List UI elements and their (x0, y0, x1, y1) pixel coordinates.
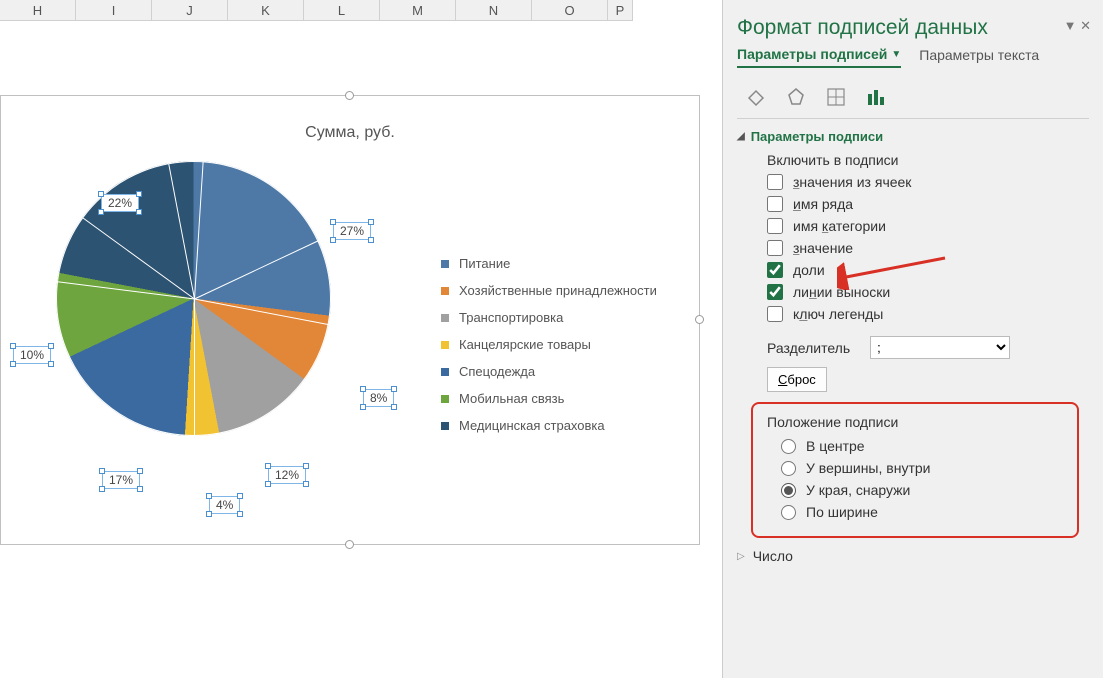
legend-item[interactable]: Питание (441, 256, 657, 271)
col-j[interactable]: J (152, 0, 228, 20)
legend-item[interactable]: Медицинская страховка (441, 418, 657, 433)
legend-item[interactable]: Транспортировка (441, 310, 657, 325)
legend-bullet-icon (441, 287, 449, 295)
legend-bullet-icon (441, 422, 449, 430)
chart-title[interactable]: Сумма, руб. (1, 124, 699, 142)
tab-label-options[interactable]: Параметры подписей ▼ (737, 46, 901, 68)
legend-item[interactable]: Мобильная связь (441, 391, 657, 406)
cb-value[interactable]: значение (767, 240, 1089, 256)
legend-item[interactable]: Канцелярские товары (441, 337, 657, 352)
chevron-down-icon: ▼ (891, 49, 901, 60)
data-label-12[interactable]: 12% (268, 466, 306, 484)
format-data-labels-pane: ▼ ✕ Формат подписей данных Параметры под… (722, 0, 1103, 678)
column-headers: H I J K L M N O P (0, 0, 633, 21)
col-n[interactable]: N (456, 0, 532, 20)
chart-object[interactable]: Сумма, руб. 27% 8% 12% 4% 17% 10% 22% Пи… (0, 95, 700, 545)
pane-close-button[interactable]: ▼ ✕ (1064, 18, 1091, 34)
legend-item[interactable]: Хозяйственные принадлежности (441, 283, 657, 298)
col-h[interactable]: H (0, 0, 76, 20)
label-position-group: Положение подписи В центре У вершины, вн… (751, 402, 1079, 538)
tab-text-options[interactable]: Параметры текста (919, 47, 1039, 67)
legend-bullet-icon (441, 341, 449, 349)
pane-title: Формат подписей данных (737, 16, 1089, 40)
chart-legend[interactable]: Питание Хозяйственные принадлежности Тра… (441, 256, 657, 445)
legend-bullet-icon (441, 368, 449, 376)
legend-bullet-icon (441, 260, 449, 268)
cb-category-name[interactable]: имя категории (767, 218, 1089, 234)
cb-leader-lines[interactable]: линии выноски (767, 284, 1089, 300)
data-label-8[interactable]: 8% (363, 389, 394, 407)
pie-chart[interactable] (56, 161, 331, 436)
resize-handle[interactable] (345, 91, 354, 100)
cb-value-from-cells[interactable]: значения из ячеек (767, 174, 1089, 190)
radio-inside-end[interactable]: У вершины, внутри (781, 460, 1069, 476)
label-position-title: Положение подписи (767, 414, 1069, 430)
cb-series-name[interactable]: имя ряда (767, 196, 1089, 212)
radio-best-fit[interactable]: По ширине (781, 504, 1069, 520)
radio-center[interactable]: В центре (781, 438, 1069, 454)
col-i[interactable]: I (76, 0, 152, 20)
legend-bullet-icon (441, 314, 449, 322)
separator-label: Разделитель (767, 340, 850, 356)
expand-icon: ▷ (737, 551, 745, 562)
include-in-label-text: Включить в подписи (767, 152, 1089, 168)
data-label-10[interactable]: 10% (13, 346, 51, 364)
size-properties-icon[interactable] (825, 86, 847, 108)
section-label-options[interactable]: ◢Параметры подписи (737, 129, 1089, 144)
data-label-22[interactable]: 22% (101, 194, 139, 212)
separator-select[interactable]: ; (870, 336, 1010, 359)
worksheet-area: H I J K L M N O P Сумма, руб. (0, 0, 722, 678)
legend-item[interactable]: Спецодежда (441, 364, 657, 379)
col-k[interactable]: K (228, 0, 304, 20)
col-m[interactable]: M (380, 0, 456, 20)
label-options-icon[interactable] (865, 86, 887, 108)
pane-icon-tabs (737, 78, 1089, 119)
data-label-17[interactable]: 17% (102, 471, 140, 489)
col-p[interactable]: P (608, 0, 633, 20)
fill-icon[interactable] (745, 86, 767, 108)
collapse-icon: ◢ (737, 131, 745, 142)
reset-button[interactable]: Сброс (767, 367, 827, 392)
legend-bullet-icon (441, 395, 449, 403)
resize-handle[interactable] (345, 540, 354, 549)
cb-percentage[interactable]: доли (767, 262, 1089, 278)
data-label-4[interactable]: 4% (209, 496, 240, 514)
col-o[interactable]: O (532, 0, 608, 20)
cb-legend-key[interactable]: ключ легенды (767, 306, 1089, 322)
section-number[interactable]: ▷Число (737, 548, 1089, 564)
effects-icon[interactable] (785, 86, 807, 108)
col-l[interactable]: L (304, 0, 380, 20)
radio-outside-end[interactable]: У края, снаружи (781, 482, 1069, 498)
data-label-27[interactable]: 27% (333, 222, 371, 240)
resize-handle[interactable] (695, 315, 704, 324)
